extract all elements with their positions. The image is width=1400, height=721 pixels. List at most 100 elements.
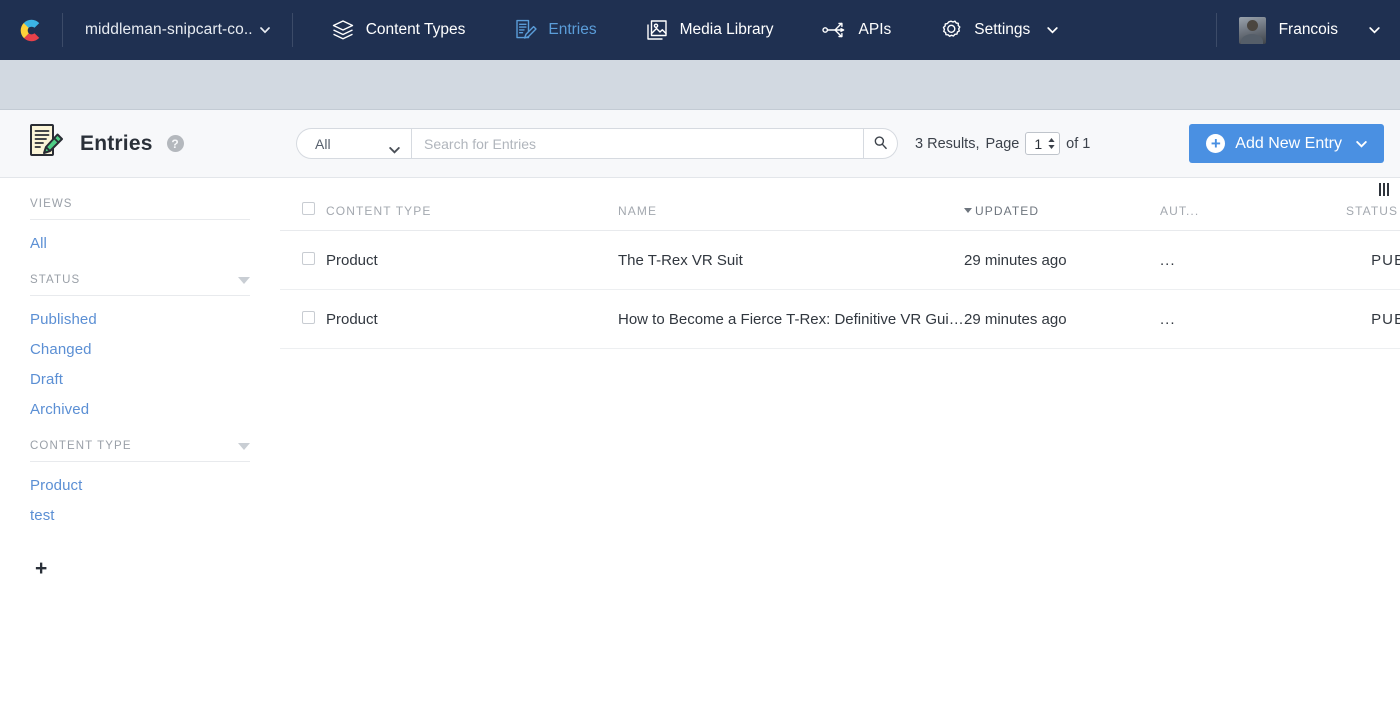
- column-header-author[interactable]: AUT...: [1160, 178, 1346, 231]
- nav-item-entries[interactable]: Entries: [489, 0, 620, 60]
- chevron-down-icon: [259, 21, 270, 39]
- page-label: Page: [985, 135, 1020, 152]
- navbar-divider-right: [291, 13, 293, 47]
- column-header-updated[interactable]: UPDATED: [964, 178, 1160, 231]
- chevron-down-icon: [1047, 21, 1058, 39]
- top-navbar: middleman-snipcart-co.. Content Types En…: [0, 0, 1400, 60]
- pagination-summary: 3 Results, Page 1 of 1: [915, 132, 1090, 155]
- column-header-status[interactable]: STATUS: [1346, 178, 1400, 231]
- page-title: Entries: [80, 131, 153, 155]
- plus-circle-icon: +: [1206, 134, 1226, 153]
- add-view-button[interactable]: +: [30, 526, 47, 579]
- sidebar-item-product[interactable]: Product: [30, 462, 250, 496]
- up-down-arrows-icon[interactable]: [1047, 137, 1056, 150]
- entries-table-area: CONTENT TYPE NAME UPDATED AUT... STATUS …: [280, 178, 1400, 720]
- api-nodes-icon: [821, 19, 848, 41]
- space-picker-label: middleman-snipcart-co..: [85, 21, 253, 38]
- nav-item-content-types[interactable]: Content Types: [307, 0, 490, 60]
- table-row[interactable]: Product The T-Rex VR Suit 29 minutes ago…: [280, 230, 1400, 290]
- page-stepper[interactable]: 1: [1025, 132, 1061, 155]
- image-photo-icon: [645, 18, 669, 42]
- row-name[interactable]: The T-Rex VR Suit: [618, 230, 964, 290]
- table-row[interactable]: Product How to Become a Fierce T-Rex: De…: [280, 289, 1400, 349]
- row-checkbox[interactable]: [302, 251, 315, 265]
- avatar: [1238, 16, 1266, 44]
- nav-item-settings-label: Settings: [974, 21, 1031, 38]
- entries-document-icon: [513, 18, 538, 42]
- sidebar-section-views: VIEWS: [30, 178, 250, 220]
- content-type-filter-select[interactable]: All: [296, 128, 411, 159]
- sidebar-item-all[interactable]: All: [30, 220, 250, 254]
- status-badge: PUBLISHED: [1346, 289, 1400, 349]
- gear-icon: [939, 18, 963, 42]
- sidebar-section-content-type: CONTENT TYPE: [30, 420, 250, 462]
- nav-item-settings[interactable]: Settings: [915, 0, 1082, 60]
- status-badge: PUBLISHED: [1346, 230, 1400, 290]
- sidebar-item-archived[interactable]: Archived: [30, 390, 250, 420]
- space-picker[interactable]: middleman-snipcart-co..: [63, 0, 292, 60]
- filters-sidebar: VIEWS All STATUS Published Changed Draft…: [0, 178, 280, 720]
- triangle-down-icon[interactable]: [238, 442, 250, 450]
- search-controls: All 3 Results, Page 1: [296, 128, 1090, 159]
- page-body: VIEWS All STATUS Published Changed Draft…: [0, 178, 1400, 720]
- entries-table: CONTENT TYPE NAME UPDATED AUT... STATUS …: [280, 178, 1400, 349]
- entries-table-body: Product The T-Rex VR Suit 29 minutes ago…: [280, 230, 1400, 349]
- navbar-right: Francois: [1215, 0, 1386, 60]
- nav-item-apis-label: APIs: [858, 21, 892, 38]
- nav-item-content-types-label: Content Types: [365, 21, 466, 38]
- chevron-down-icon[interactable]: [1356, 135, 1367, 153]
- table-header-row: CONTENT TYPE NAME UPDATED AUT... STATUS: [280, 178, 1400, 231]
- column-header-content-type[interactable]: CONTENT TYPE: [326, 178, 618, 231]
- content-type-filter[interactable]: All: [296, 128, 411, 159]
- row-content-type: Product: [326, 289, 618, 349]
- row-updated: 29 minutes ago: [964, 289, 1160, 349]
- search-button[interactable]: [864, 128, 898, 159]
- navbar-menu: Content Types Entries Media Library APIs…: [307, 0, 1083, 60]
- user-menu[interactable]: Francois: [1217, 16, 1386, 44]
- page-toolbar: Entries ? All 3 Results, Page: [0, 110, 1400, 178]
- row-name[interactable]: How to Become a Fierce T-Rex: Definitive…: [618, 289, 964, 349]
- sidebar-item-published[interactable]: Published: [30, 296, 250, 330]
- entries-document-pen-icon: [26, 121, 66, 166]
- triangle-down-icon[interactable]: [238, 276, 250, 284]
- search-icon: [873, 135, 888, 153]
- row-author: ...: [1160, 289, 1346, 349]
- sidebar-item-test[interactable]: test: [30, 496, 250, 526]
- page-number-value: 1: [1034, 135, 1043, 152]
- sidebar-item-changed[interactable]: Changed: [30, 330, 250, 360]
- column-settings-icon[interactable]: [1379, 183, 1389, 196]
- row-checkbox[interactable]: [302, 310, 315, 324]
- sidebar-item-draft[interactable]: Draft: [30, 360, 250, 390]
- page-title-group: Entries ?: [26, 121, 296, 166]
- page-total-label: of 1: [1066, 135, 1091, 152]
- add-new-entry-label: Add New Entry: [1235, 134, 1342, 152]
- search-input[interactable]: [411, 128, 864, 159]
- row-checkbox-cell: [280, 230, 326, 290]
- nav-item-apis[interactable]: APIs: [798, 0, 916, 60]
- column-header-name[interactable]: NAME: [618, 178, 964, 231]
- user-name-label: Francois: [1278, 21, 1338, 38]
- question-mark-icon[interactable]: ?: [166, 135, 184, 152]
- sidebar-section-status-title: STATUS: [30, 274, 81, 286]
- select-all-checkbox[interactable]: [302, 202, 315, 215]
- contentful-logo-icon[interactable]: [0, 17, 62, 44]
- row-author: ...: [1160, 230, 1346, 290]
- stack-layers-icon: [331, 18, 355, 42]
- secondary-band: [0, 60, 1400, 110]
- nav-item-media-library[interactable]: Media Library: [621, 0, 798, 60]
- column-header-updated-label: UPDATED: [975, 204, 1040, 218]
- nav-item-entries-label: Entries: [548, 21, 597, 38]
- sort-descending-icon: [964, 208, 972, 214]
- entries-table-head: CONTENT TYPE NAME UPDATED AUT... STATUS: [280, 178, 1400, 231]
- select-all-header: [280, 178, 326, 231]
- row-updated: 29 minutes ago: [964, 230, 1160, 290]
- sidebar-section-content-type-title: CONTENT TYPE: [30, 440, 132, 452]
- sidebar-section-views-title: VIEWS: [30, 198, 73, 210]
- chevron-down-icon: [1369, 21, 1380, 39]
- sidebar-section-status: STATUS: [30, 254, 250, 296]
- row-content-type: Product: [326, 230, 618, 290]
- nav-item-media-library-label: Media Library: [679, 21, 774, 38]
- add-new-entry-button[interactable]: + Add New Entry: [1189, 124, 1384, 163]
- row-checkbox-cell: [280, 289, 326, 349]
- results-count-label: 3 Results,: [915, 135, 980, 152]
